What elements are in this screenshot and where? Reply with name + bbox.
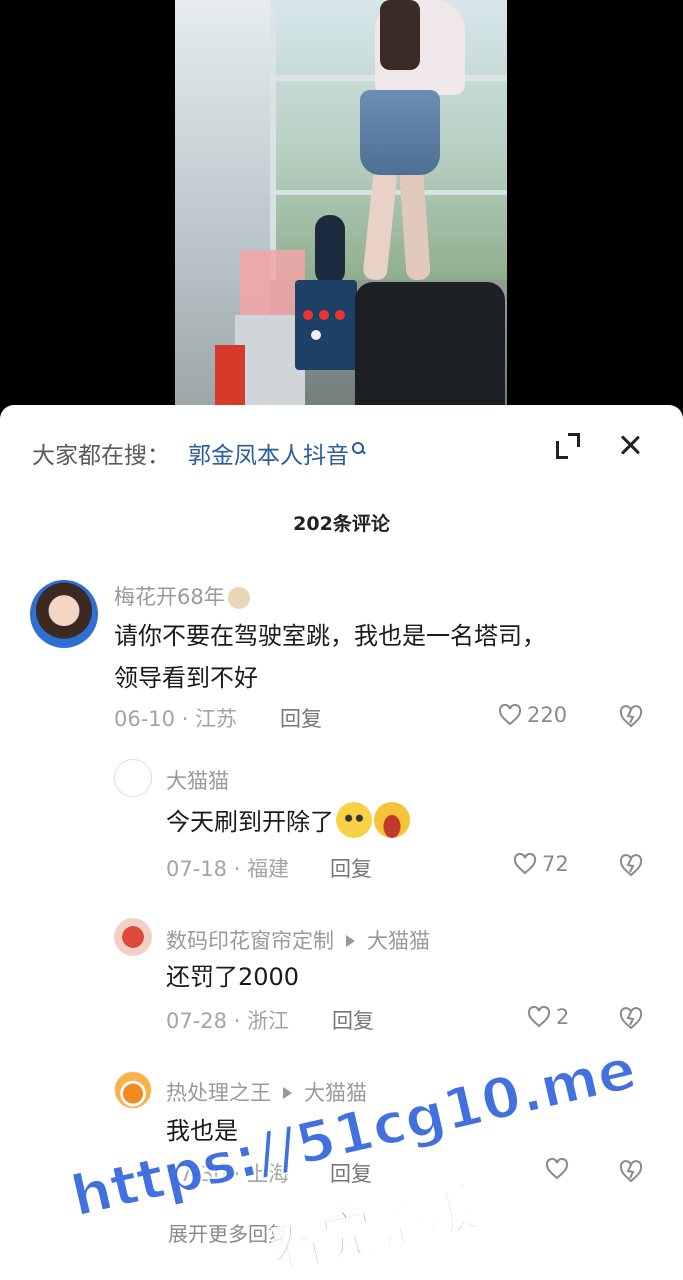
reply-meta: 07-18 · 福建 [166,857,290,881]
video-scene-button [303,310,313,320]
video-scene-frame-bar [270,0,276,280]
heart-icon [545,1158,569,1180]
like-button[interactable] [545,1158,574,1180]
monkey-icon [227,587,250,609]
comment-count: 202条评论 [293,513,390,535]
video-scene-button [311,330,321,340]
reply-text: 我也是 [166,1117,238,1145]
comment-username[interactable]: 梅花开68年 [114,581,250,611]
like-count: 220 [527,703,568,727]
search-suggestion[interactable]: 大家都在搜： 郭金凤本人抖音 [32,435,366,471]
reply-arrow-icon [346,935,355,947]
dislike-icon[interactable] [618,1159,644,1183]
reply-username[interactable]: 大猫猫 [166,765,229,795]
video-player[interactable] [0,0,683,420]
video-scene-button [319,310,329,320]
video-scene-button [335,310,345,320]
reply-meta: 07-28 · 浙江 [166,1009,290,1033]
comment-sheet: 大家都在搜： 郭金凤本人抖音 202条评论 梅花开68年 请你不要在驾驶室跳，我… [0,405,683,1280]
comment-text: 请你不要在驾驶室跳，我也是一名塔司， 领导看到不好 [114,615,546,699]
video-scene-person-shorts [360,90,440,175]
reply-username[interactable]: 热处理之王 大猫猫 [166,1077,367,1107]
avatar[interactable] [114,918,152,956]
video-scene-control-panel [295,280,357,370]
chevron-down-icon: ⌄ [288,1222,312,1246]
search-icon[interactable] [352,442,366,456]
expand-more-replies-button[interactable]: 展开更多回复 ⌄ [168,1218,311,1247]
search-suggestion-prefix: 大家都在搜： [32,443,170,469]
dizzy-emoji-icon [336,802,372,838]
comment-text-line: 请你不要在驾驶室跳，我也是一名塔司， [114,622,546,650]
avatar[interactable] [114,759,152,797]
reply-to-username: 大猫猫 [367,929,430,953]
reply-button[interactable]: 回复 [280,703,322,733]
like-count: 2 [556,1005,570,1029]
video-scene-person-hair [380,0,420,70]
avatar[interactable] [114,1071,152,1109]
like-count: 72 [542,852,569,876]
reply-meta: 07-30 · 上海 [166,1162,290,1186]
heart-icon [527,1006,551,1028]
comment-meta: 06-10 · 江苏 [114,707,238,731]
like-button[interactable]: 72 [513,852,569,876]
reply-text: 还罚了2000 [166,963,300,991]
reply-button[interactable]: 回复 [330,1158,372,1188]
like-button[interactable]: 220 [498,703,567,727]
video-scene-seat [355,282,505,420]
dislike-icon[interactable] [618,704,644,728]
reply-button[interactable]: 回复 [330,853,372,883]
dislike-icon[interactable] [618,853,644,877]
search-suggestion-link[interactable]: 郭金凤本人抖音 [188,436,349,470]
reply-text: 今天刷到开除了 [166,801,410,843]
heart-icon [513,853,537,875]
dislike-icon[interactable] [618,1006,644,1030]
reply-to-username: 大猫猫 [304,1081,367,1105]
video-scene-object [215,345,245,405]
comment-text-line: 领导看到不好 [114,664,258,692]
video-frame[interactable] [175,0,507,420]
avatar[interactable] [30,580,98,648]
reply-button[interactable]: 回复 [332,1005,374,1035]
laughing-emoji-icon [374,802,410,838]
reply-arrow-icon [283,1087,292,1099]
heart-icon [498,704,522,726]
expand-icon[interactable] [556,433,582,459]
close-icon[interactable] [616,431,644,459]
like-button[interactable]: 2 [527,1005,569,1029]
video-scene-joystick [315,215,345,285]
reply-username[interactable]: 数码印花窗帘定制 大猫猫 [166,925,430,955]
